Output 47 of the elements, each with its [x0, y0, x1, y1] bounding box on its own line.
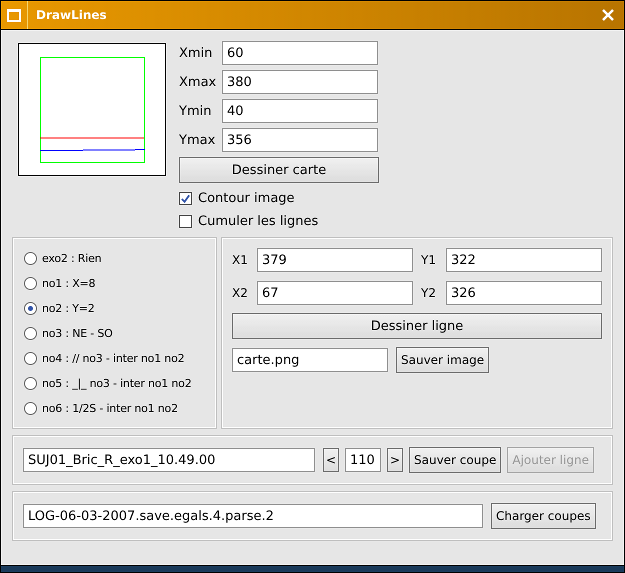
- input-field[interactable]: 326: [446, 281, 602, 305]
- checkbox[interactable]: [179, 192, 192, 205]
- field-label: X2: [232, 286, 249, 300]
- input-field[interactable]: 60: [222, 41, 378, 65]
- input-field[interactable]: 356: [222, 128, 378, 152]
- radio-button[interactable]: [24, 276, 37, 290]
- field-label: Ymax: [179, 132, 216, 148]
- radio-button[interactable]: [24, 326, 37, 340]
- checkbox-label: Contour image: [198, 191, 295, 206]
- file-name-field[interactable]: carte.png: [232, 348, 388, 372]
- index-field[interactable]: 110: [345, 448, 381, 472]
- log-file-field[interactable]: LOG-06-03-2007.save.egals.4.parse.2: [23, 504, 483, 528]
- draw-line-button[interactable]: Dessiner ligne: [232, 313, 602, 339]
- input-field[interactable]: 322: [446, 248, 602, 272]
- input-field[interactable]: 379: [257, 248, 413, 272]
- load-cuts-button[interactable]: Charger coupes: [491, 503, 596, 529]
- field-label: Xmax: [179, 74, 218, 90]
- field-label: Ymin: [179, 104, 212, 118]
- close-icon[interactable]: [600, 7, 616, 23]
- radio-button[interactable]: [24, 252, 37, 264]
- radio-label: no2 : Y=2: [42, 302, 95, 314]
- radio-label: exo2 : Rien: [42, 252, 102, 264]
- previous-button[interactable]: <: [323, 448, 339, 472]
- radio-button[interactable]: [24, 302, 37, 314]
- radio-label: no1 : X=8: [42, 276, 96, 290]
- field-label: Xmin: [179, 46, 214, 60]
- checkbox[interactable]: [179, 215, 192, 228]
- radio-button[interactable]: [24, 402, 37, 414]
- checkbox-label: Cumuler les lignes: [198, 214, 318, 229]
- save-image-button[interactable]: Sauver image: [396, 347, 490, 373]
- draw-map-button[interactable]: Dessiner carte: [179, 157, 379, 183]
- radio-label: no5 : _|_ no3 - inter no1 no2: [42, 376, 192, 390]
- field-label: X1: [232, 253, 249, 267]
- input-field[interactable]: 380: [222, 70, 378, 94]
- radio-label: no6 : 1/2S - inter no1 no2: [42, 402, 178, 414]
- radio-button[interactable]: [24, 352, 37, 364]
- radio-label: no3 : NE - SO: [42, 326, 113, 340]
- input-field[interactable]: 40: [222, 99, 378, 123]
- save-cut-button[interactable]: Sauver coupe: [409, 447, 502, 473]
- field-label: Y1: [421, 253, 437, 267]
- cut-name-field[interactable]: SUJ01_Bric_R_exo1_10.49.00: [23, 448, 315, 472]
- field-label: Y2: [421, 286, 437, 300]
- radio-label: no4 : // no3 - inter no1 no2: [42, 352, 184, 364]
- window-title: DrawLines: [36, 8, 108, 22]
- input-field[interactable]: 67: [257, 281, 413, 305]
- next-button[interactable]: >: [387, 448, 403, 472]
- radio-button[interactable]: [24, 376, 37, 390]
